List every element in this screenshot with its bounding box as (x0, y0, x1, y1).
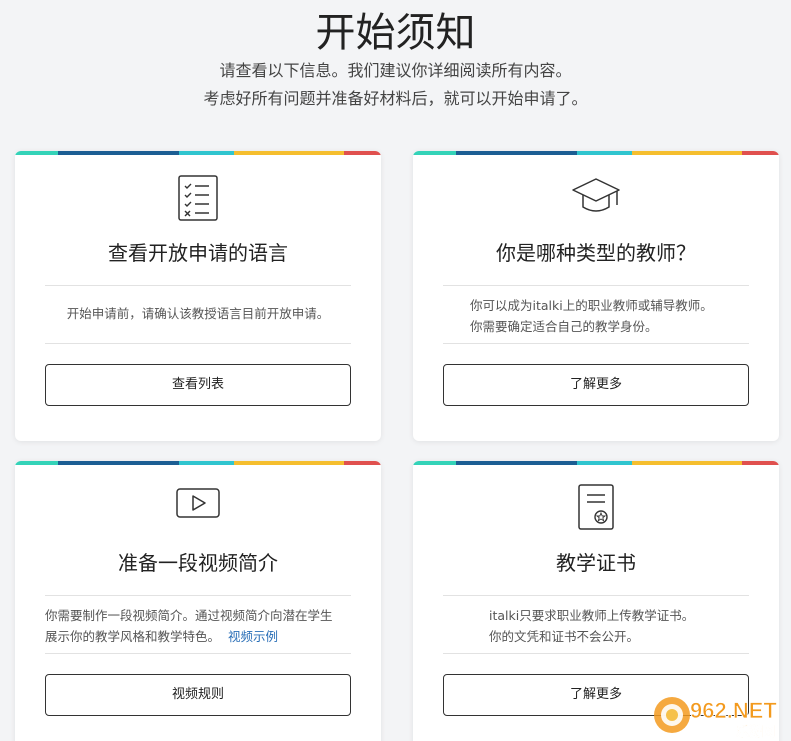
divider (443, 343, 749, 344)
divider (45, 343, 351, 344)
video-example-link[interactable]: 视频示例 (228, 629, 278, 644)
checklist-icon (178, 175, 218, 221)
divider (443, 653, 749, 654)
card-description: 开始申请前，请确认该教授语言目前开放申请。 (66, 306, 330, 321)
card-title: 教学证书 (556, 551, 636, 575)
card-description-text: 展示你的教学风格和教学特色。 (45, 629, 221, 644)
card-description-line1: 你可以成为italki上的职业教师或辅导教师。 (470, 298, 713, 313)
divider (443, 595, 749, 596)
card-description-line2: 展示你的教学风格和教学特色。 视频示例 (45, 626, 351, 647)
page-subtitle-line2: 考虑好所有问题并准备好材料后，就可以开始申请了。 (203, 89, 588, 108)
video-rules-button[interactable]: 视频规则 (45, 674, 351, 716)
card-video-intro: 准备一段视频简介 你需要制作一段视频简介。通过视频简介向潜在学生 展示你的教学风… (15, 461, 381, 741)
color-stripe (413, 461, 779, 465)
divider (45, 285, 351, 286)
page-subtitle-line1: 请查看以下信息。我们建议你详细阅读所有内容。 (219, 61, 572, 80)
card-languages: 查看开放申请的语言 开始申请前，请确认该教授语言目前开放申请。 查看列表 (15, 151, 381, 441)
watermark-sub-text: 乐游网 (736, 724, 775, 740)
card-teacher-type: 你是哪种类型的教师？ 你可以成为italki上的职业教师或辅导教师。 你需要确定… (413, 151, 779, 441)
card-description-line2: 你的文凭和证书不会公开。 (489, 629, 640, 644)
color-stripe (413, 151, 779, 155)
card-description-line2: 你需要确定适合自己的教学身份。 (470, 319, 658, 334)
card-title: 准备一段视频简介 (118, 551, 278, 575)
divider (45, 595, 351, 596)
card-title: 查看开放申请的语言 (108, 241, 288, 265)
divider (45, 653, 351, 654)
color-stripe (15, 151, 381, 155)
card-description-line1: 你需要制作一段视频简介。通过视频简介向潜在学生 (45, 608, 333, 623)
color-stripe (15, 461, 381, 465)
watermark-main-text: 962.NET (690, 698, 777, 723)
divider (443, 285, 749, 286)
view-list-button[interactable]: 查看列表 (45, 364, 351, 406)
card-title: 你是哪种类型的教师？ (496, 241, 696, 265)
graduation-cap-icon (572, 178, 620, 212)
video-play-icon (176, 488, 220, 518)
page-title: 开始须知 (315, 10, 476, 56)
card-description-line1: italki只要求职业教师上传教学证书。 (489, 608, 695, 623)
certificate-icon (578, 484, 614, 530)
learn-more-button[interactable]: 了解更多 (443, 364, 749, 406)
site-watermark-logo: 962.NET 乐游网 (654, 697, 778, 740)
